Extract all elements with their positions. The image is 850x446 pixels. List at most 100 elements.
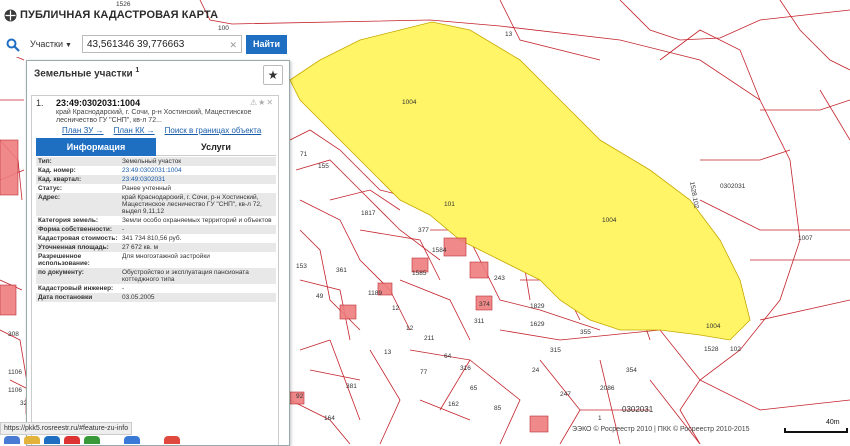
parcel-label: 355 — [580, 329, 591, 336]
table-row: Статус: Ранее учтенный — [38, 185, 171, 192]
parcel-label: 315 — [550, 347, 561, 354]
favorite-star-button[interactable]: ★ — [263, 65, 283, 85]
parcel-label: 354 — [626, 367, 637, 374]
results-panel: Земельные участки 1 ★ 1. 23:49:0302031:1… — [26, 60, 290, 446]
taskbar — [0, 436, 200, 444]
layer-select[interactable]: Участки ▼ — [30, 35, 80, 53]
parcel-label: 1528 — [704, 346, 719, 353]
clear-icon[interactable]: ✕ — [229, 36, 237, 54]
taskbar-folder-icon[interactable] — [24, 436, 40, 444]
parcel-label: 377 — [418, 227, 429, 234]
parcel-label: 102 — [730, 346, 741, 353]
search-input[interactable]: 43,561346 39,776663 ✕ — [82, 35, 242, 53]
parcel-label: 49 — [316, 293, 324, 300]
parcel-label: 308 — [8, 331, 19, 338]
layer-select-label: Участки — [30, 39, 63, 49]
scale-label: 40m — [826, 419, 840, 426]
parcel-label: 101 — [444, 201, 455, 208]
parcel-label: 1106 — [8, 387, 22, 394]
parcel-label: 24 — [532, 367, 540, 374]
tab-info[interactable]: Информация — [36, 138, 156, 156]
parcel-label: 1004 — [602, 217, 617, 224]
chevron-down-icon: ▼ — [65, 42, 72, 49]
parcel-label: 12 — [406, 325, 414, 332]
table-row: Адрес: край Краснодарский, г. Сочи, р-н Х… — [36, 193, 276, 216]
taskbar-app-icon[interactable] — [4, 436, 20, 444]
parcel-label: 1189 — [368, 290, 382, 297]
table-row: Категория земель: Земли особо охраняемых … — [38, 217, 272, 224]
result-tabs: Информация Услуги — [36, 138, 276, 156]
parcel-label: 0302031 — [720, 183, 746, 190]
parcel-label: 164 — [324, 415, 335, 422]
taskbar-app-icon[interactable] — [124, 436, 140, 444]
find-button[interactable]: Найти — [246, 35, 287, 54]
parcel-label: 1584 — [432, 247, 447, 254]
table-row: Уточненная площадь: 27 672 кв. м — [36, 243, 276, 252]
parcel-label: 1629 — [530, 321, 545, 328]
table-row: Кадастровая стоимость: 341 734 810,56 руб… — [38, 235, 182, 242]
parcel-label: 1004 — [706, 323, 721, 330]
taskbar-app-icon[interactable] — [84, 436, 100, 444]
table-row: Кадастровый инженер: - — [38, 285, 125, 292]
table-row: Тип: Земельный участок — [36, 157, 276, 166]
parcel-label: 374 — [479, 301, 490, 308]
parcel-label: 1817 — [361, 210, 376, 217]
result-cadastral-id[interactable]: 23:49:0302031:1004 — [56, 98, 140, 108]
parcel-label: 1007 — [798, 235, 813, 242]
table-row: Дата постановки 03.05.2005 — [36, 293, 276, 302]
result-tools-icon[interactable]: ⚠★✕ — [250, 98, 274, 107]
parcel-label: 1829 — [530, 303, 545, 310]
parcel-label: 71 — [300, 151, 308, 158]
taskbar-ie-icon[interactable] — [44, 436, 60, 444]
parcel-label: 85 — [494, 405, 502, 412]
parcel-label: 1585 — [412, 270, 427, 277]
table-row: Форма собственности: - — [36, 225, 276, 234]
header-bar: ПУБЛИЧНАЯ КАДАСТРОВАЯ КАРТА — [0, 0, 850, 32]
parcel-label: 77 — [420, 369, 428, 376]
table-row: Кад. квартал: 23:49:0302031 — [36, 175, 276, 184]
parcel-label: 243 — [494, 275, 505, 282]
cadastral-logo-icon — [4, 9, 17, 22]
parcel-label: 1106 — [8, 369, 22, 376]
search-panel: Участки ▼ 43,561346 39,776663 ✕ Найти — [0, 33, 290, 57]
parcel-label: 162 — [448, 401, 459, 408]
plan-zu-link[interactable]: План ЗУ → — [62, 126, 104, 135]
parcel-label: 155 — [318, 163, 329, 170]
search-icon[interactable] — [6, 38, 20, 52]
scale-bar — [784, 428, 848, 433]
search-input-value: 43,561346 39,776663 — [87, 39, 185, 50]
parcel-label: 1 — [598, 415, 602, 422]
table-row: по документу: Обустройство и эксплуатация… — [36, 268, 276, 284]
parcel-label: 0302031 — [622, 405, 654, 414]
app-title: ПУБЛИЧНАЯ КАДАСТРОВАЯ КАРТА — [20, 9, 219, 21]
parcel-label: 316 — [460, 365, 471, 372]
result-item: 1. 23:49:0302031:1004 ⚠★✕ край Краснодар… — [31, 95, 279, 445]
parcel-label: 12 — [392, 305, 400, 312]
parcel-label: 247 — [560, 391, 571, 398]
plan-kk-link[interactable]: План КК → — [114, 126, 155, 135]
tab-services[interactable]: Услуги — [156, 138, 276, 156]
parcel-label: 153 — [296, 263, 307, 270]
copyright-text: ЭЭКО © Росреестр 2010 | ПКК © Росреестр … — [572, 426, 750, 433]
taskbar-app-icon[interactable] — [64, 436, 80, 444]
parcel-label: 13 — [505, 31, 513, 38]
parcel-label: 211 — [424, 335, 435, 342]
parcel-label: 65 — [470, 385, 478, 392]
table-row: Разрешенное использование: Для многоэтажн… — [38, 253, 210, 267]
parcel-label: 64 — [444, 353, 452, 360]
result-number: 1. — [36, 98, 44, 108]
parcel-label: 13 — [384, 349, 392, 356]
parcel-label: 311 — [474, 318, 485, 325]
properties-table: Тип: Земельный участок Кад. номер: 23:49:0… — [36, 157, 276, 302]
parcel-label: 92 — [296, 393, 304, 400]
result-count: 1 — [135, 67, 140, 74]
table-row: Кад. номер: 23:49:0302031:1004 — [38, 167, 182, 174]
parcel-label: 361 — [336, 267, 347, 274]
result-address: край Краснодарский, г. Сочи, р-н Хостинс… — [56, 109, 252, 124]
parcel-label: 381 — [346, 383, 357, 390]
taskbar-app-icon[interactable] — [164, 436, 180, 444]
panel-title-text: Земельные участки — [34, 68, 133, 80]
parcel-label: 1004 — [402, 99, 417, 106]
parcel-label: 2086 — [600, 385, 615, 392]
panel-title: Земельные участки 1 — [34, 67, 139, 79]
